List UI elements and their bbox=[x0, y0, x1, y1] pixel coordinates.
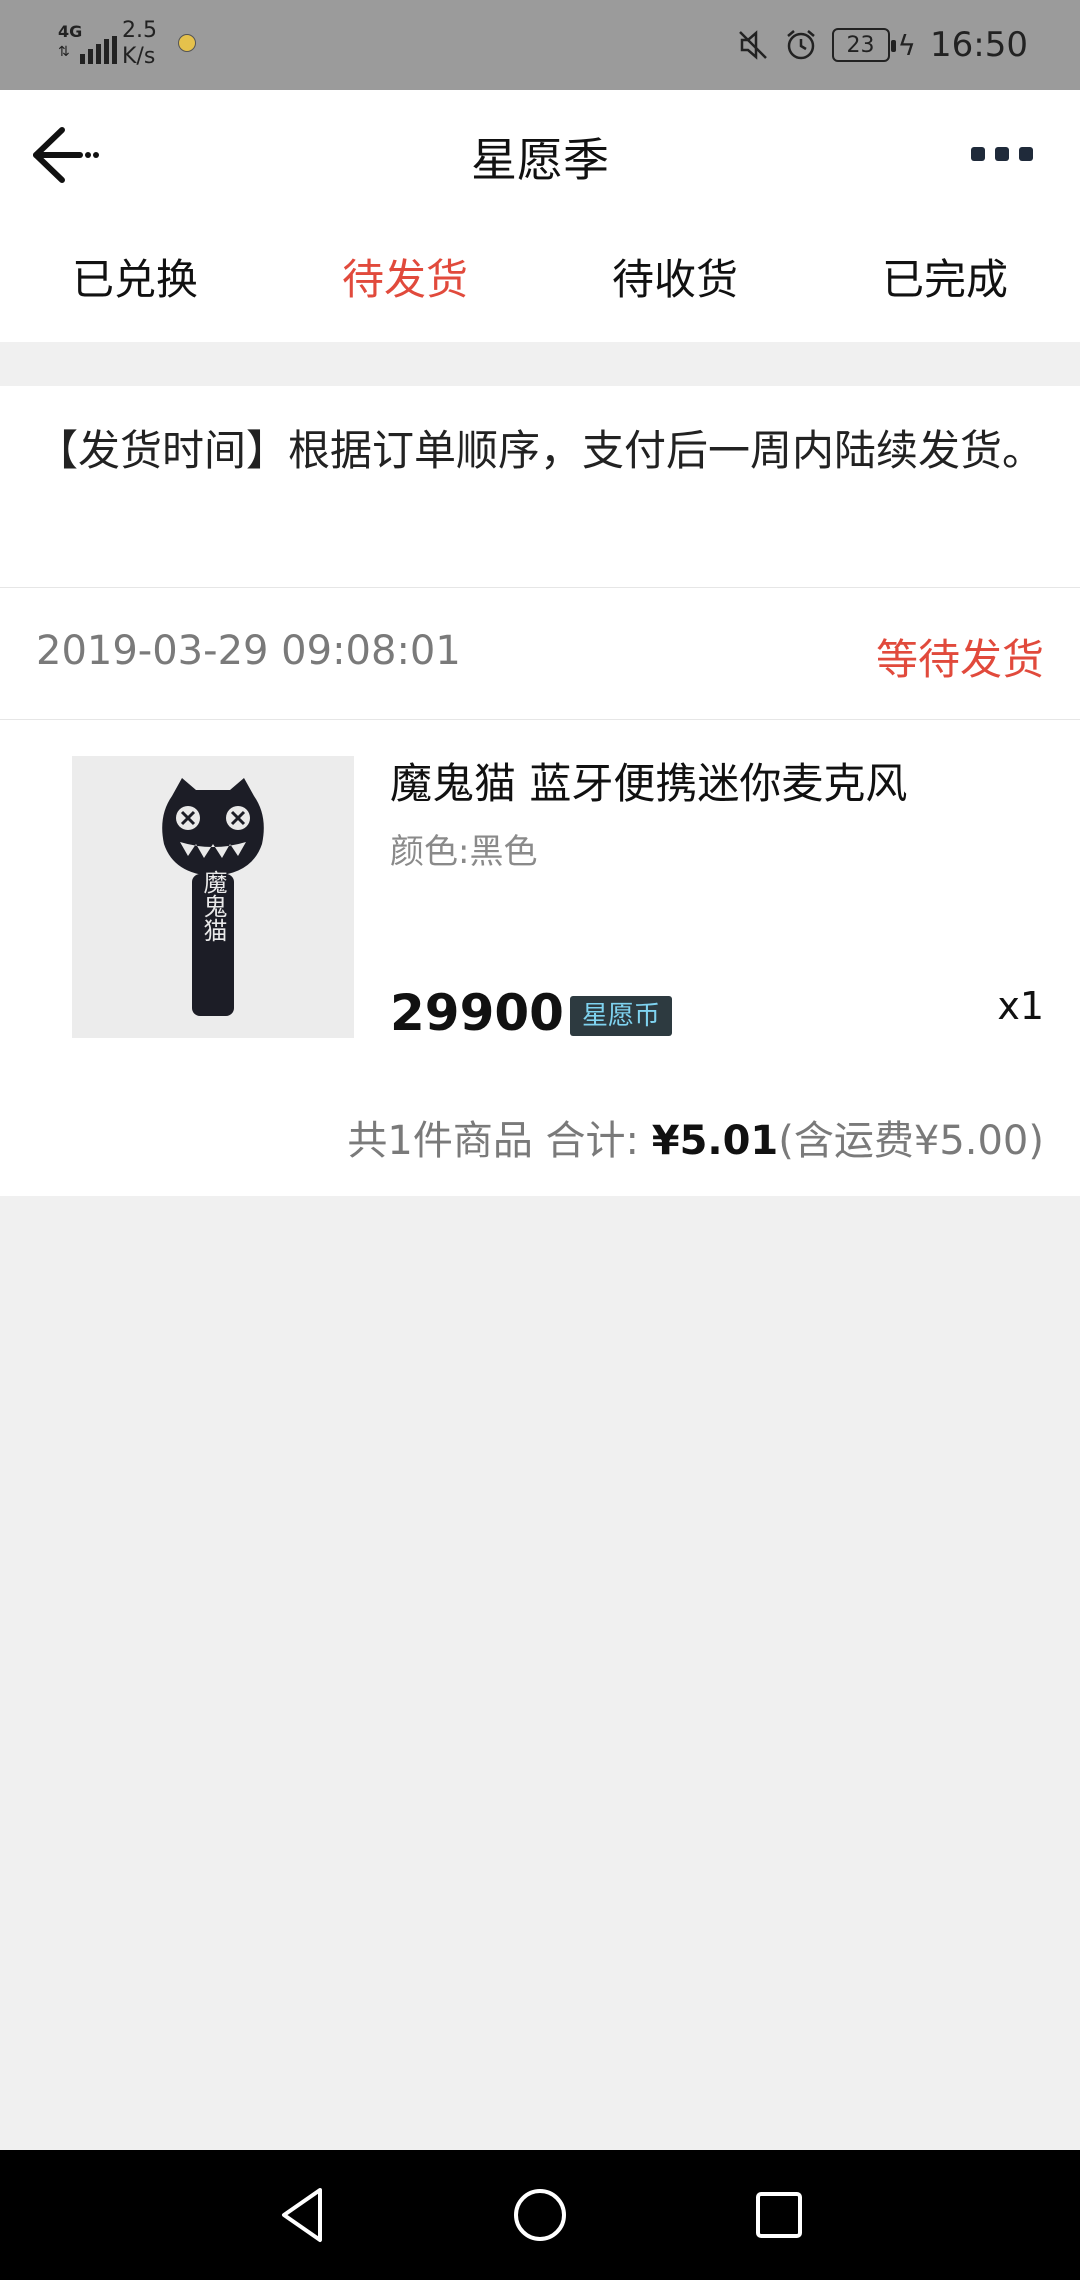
currency-badge: 星愿币 bbox=[570, 996, 673, 1036]
notification-emoji-icon bbox=[178, 34, 196, 52]
speed-unit: K/s bbox=[122, 44, 156, 69]
product-microphone-image: 魔鬼猫 bbox=[72, 756, 354, 1038]
tab-redeemed[interactable]: 已兑换 bbox=[0, 218, 270, 342]
order-timestamp: 2019-03-29 09:08:01 bbox=[36, 628, 461, 674]
clock: 16:50 bbox=[930, 25, 1028, 65]
system-nav-bar bbox=[0, 2150, 1080, 2280]
status-right: 23 ϟ 16:50 bbox=[736, 20, 1028, 70]
shipping-notice: 【发货时间】根据订单顺序，支付后一周内陆续发货。 bbox=[0, 386, 1080, 588]
more-dots-icon bbox=[995, 147, 1009, 161]
order-header: 2019-03-29 09:08:01 等待发货 bbox=[0, 588, 1080, 720]
tab-to-receive[interactable]: 待收货 bbox=[540, 218, 810, 342]
product-image[interactable]: 魔鬼猫 bbox=[72, 756, 354, 1038]
nav-recents-icon[interactable] bbox=[746, 2182, 812, 2248]
app-header: 星愿季 bbox=[0, 90, 1080, 218]
back-arrow-icon bbox=[33, 127, 99, 183]
order-card[interactable]: 2019-03-29 09:08:01 等待发货 魔鬼猫 魔鬼猫 蓝牙便携迷你麦… bbox=[0, 588, 1080, 1196]
battery-icon: 23 bbox=[831, 28, 896, 62]
signal-icon: 4G ⇅ bbox=[58, 22, 117, 64]
tab-to-ship[interactable]: 待发货 bbox=[270, 218, 540, 342]
page-title: 星愿季 bbox=[471, 133, 609, 187]
nav-back-icon[interactable] bbox=[270, 2182, 336, 2248]
nav-home-icon[interactable] bbox=[507, 2182, 573, 2248]
order-total: 共1件商品 合计: ¥5.01(含运费¥5.00) bbox=[347, 1108, 1044, 1166]
signal-bars-icon bbox=[80, 36, 117, 64]
product-quantity: x1 bbox=[997, 984, 1044, 1028]
total-amount: ¥5.01 bbox=[651, 1118, 779, 1164]
order-tabs: 已兑换 待发货 待收货 已完成 bbox=[0, 218, 1080, 342]
item-count-text: 共1件商品 合计: bbox=[347, 1118, 652, 1164]
more-dots-icon bbox=[1019, 147, 1033, 161]
product-price: 29900 bbox=[390, 984, 564, 1042]
more-dots-icon bbox=[971, 147, 985, 161]
status-bar: 4G ⇅ 2.5 K/s 23 ϟ 16:50 bbox=[0, 0, 1080, 90]
shipping-fee: (含运费¥5.00) bbox=[778, 1118, 1044, 1164]
speed-value: 2.5 bbox=[122, 18, 157, 43]
battery-level: 23 bbox=[846, 32, 875, 58]
alarm-icon bbox=[786, 30, 815, 60]
back-button[interactable] bbox=[24, 120, 104, 190]
data-arrows-icon: ⇅ bbox=[58, 44, 70, 60]
network-speed: 2.5 K/s bbox=[122, 18, 172, 70]
product-variant: 颜色:黑色 bbox=[390, 832, 538, 872]
mute-icon bbox=[738, 30, 767, 60]
more-button[interactable] bbox=[964, 134, 1040, 174]
charging-icon: ϟ bbox=[897, 28, 917, 62]
tab-completed[interactable]: 已完成 bbox=[810, 218, 1080, 342]
product-name[interactable]: 魔鬼猫 蓝牙便携迷你麦克风 bbox=[390, 750, 907, 811]
order-status: 等待发货 bbox=[875, 635, 1044, 684]
svg-text:魔鬼猫: 魔鬼猫 bbox=[199, 870, 227, 942]
